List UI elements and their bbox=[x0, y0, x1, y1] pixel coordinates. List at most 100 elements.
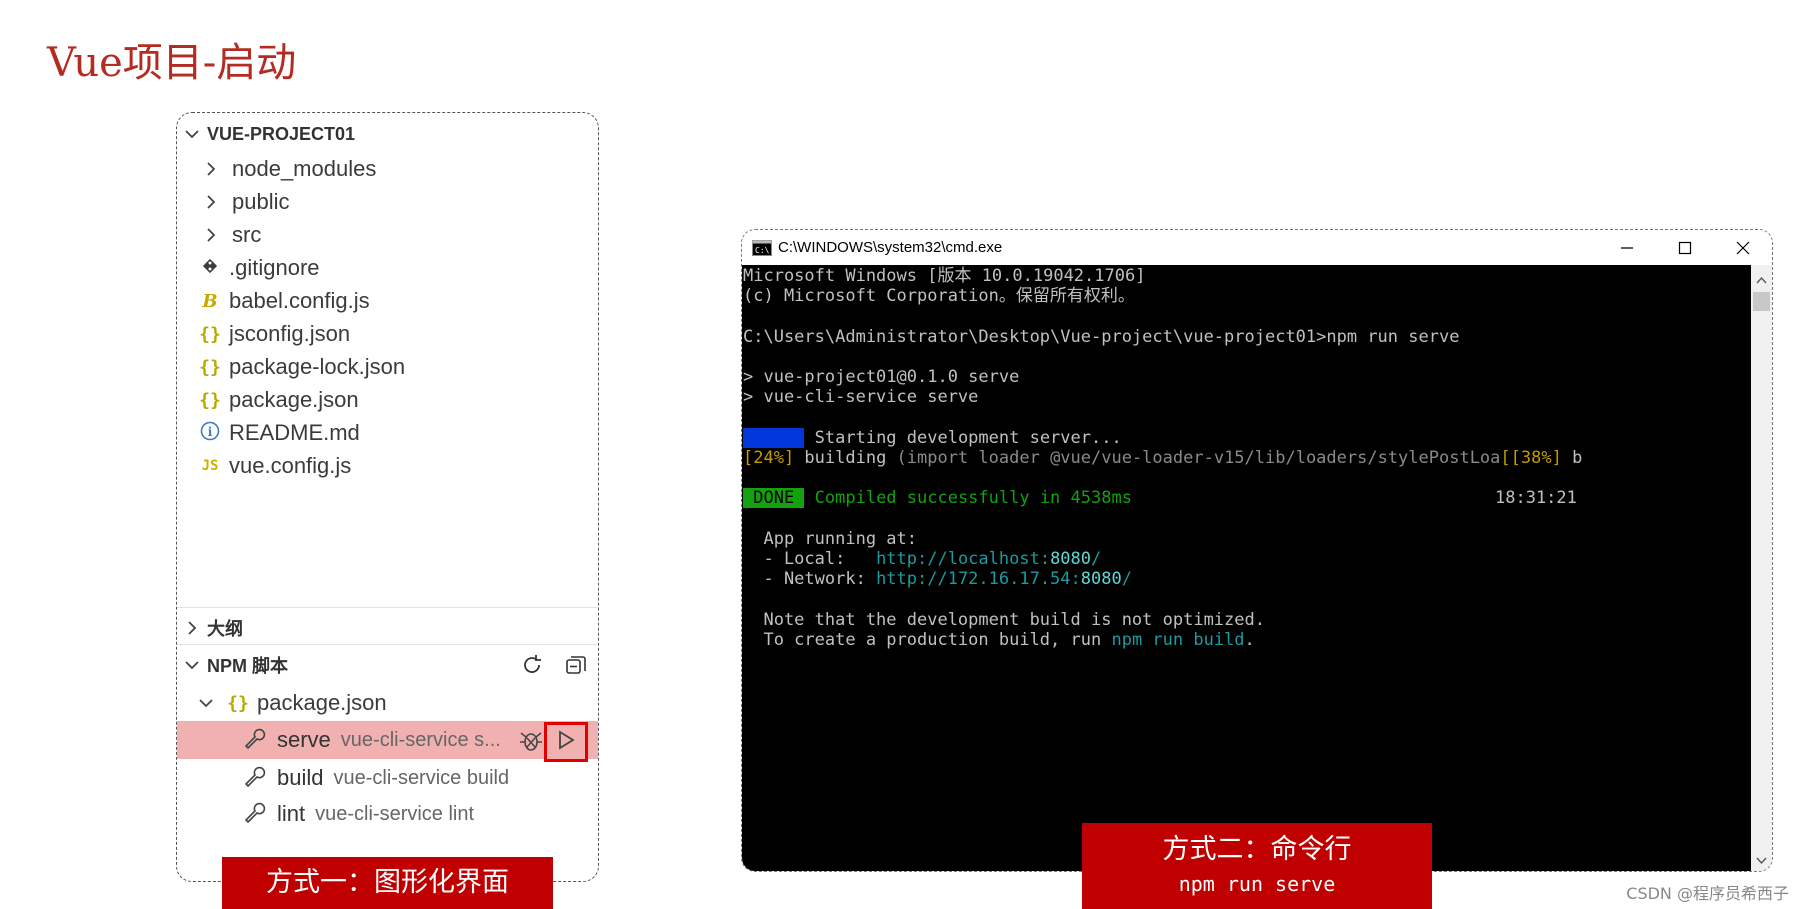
chevron-right-icon bbox=[185, 621, 199, 635]
console-network-line: - Network: http://172.16.17.54:8080/ bbox=[743, 569, 1132, 589]
script-name: serve bbox=[277, 727, 331, 752]
progress-percent: [[38%] bbox=[1500, 448, 1562, 468]
npm-script-build[interactable]: build vue-cli-service build bbox=[177, 760, 598, 796]
scroll-up-icon[interactable] bbox=[1756, 269, 1767, 288]
file-label: babel.config.js bbox=[229, 288, 370, 313]
run-script-button[interactable] bbox=[544, 722, 588, 762]
js-icon: JS bbox=[201, 458, 219, 474]
script-command: vue-cli-service build bbox=[333, 766, 510, 789]
build-hint-end: . bbox=[1244, 630, 1255, 650]
scroll-down-icon[interactable] bbox=[1756, 850, 1767, 869]
project-section-header[interactable]: VUE-PROJECT01 bbox=[177, 116, 598, 152]
divider bbox=[177, 644, 598, 645]
babel-icon: B bbox=[202, 290, 218, 312]
cmd-console[interactable]: Microsoft Windows [版本 10.0.19042.1706] (… bbox=[742, 265, 1753, 871]
tree-item-file[interactable]: {} package.json bbox=[177, 382, 598, 418]
compiled-text: Compiled successfully in 4538ms bbox=[804, 488, 1132, 508]
local-label: - Local: bbox=[743, 549, 877, 569]
console-prompt-line: C:\Users\Administrator\Desktop\Vue-proje… bbox=[743, 327, 1460, 347]
console-progress-line: [24%] building (import loader @vue/vue-l… bbox=[743, 448, 1582, 468]
local-url: http://localhost: bbox=[876, 549, 1051, 569]
file-label: .gitignore bbox=[229, 255, 320, 280]
maximize-button[interactable] bbox=[1656, 230, 1714, 265]
chevron-down-icon bbox=[199, 696, 213, 710]
tree-item-folder[interactable]: src bbox=[177, 217, 598, 253]
tree-item-folder[interactable]: node_modules bbox=[177, 151, 598, 187]
script-command: vue-cli-service s... bbox=[340, 728, 501, 751]
progress-percent: [24%] bbox=[743, 448, 795, 468]
console-line: Note that the development build is not o… bbox=[743, 610, 1265, 630]
tree-item-file[interactable]: B babel.config.js bbox=[177, 283, 598, 319]
svg-text:i: i bbox=[208, 425, 213, 439]
file-label: package-lock.json bbox=[229, 354, 406, 379]
method-one-banner: 方式一：图形化界面 bbox=[222, 857, 553, 909]
svg-text:C:\: C:\ bbox=[755, 246, 770, 255]
scrollbar-thumb[interactable] bbox=[1753, 292, 1770, 311]
network-url: http://172.16.17.54: bbox=[876, 569, 1081, 589]
file-label: README.md bbox=[229, 420, 360, 445]
chevron-down-icon bbox=[185, 658, 199, 672]
tree-item-file[interactable]: JS vue.config.js bbox=[177, 448, 598, 484]
method-two-title: 方式二：命令行 bbox=[1162, 834, 1352, 865]
network-label: - Network: bbox=[743, 569, 877, 589]
import-text: (import loader @vue/vue-loader-v15/lib/l… bbox=[896, 448, 1501, 468]
npm-scripts-label: NPM 脚本 bbox=[207, 656, 288, 676]
debug-icon[interactable] bbox=[518, 728, 544, 758]
slide-title: Vue项目-启动 bbox=[47, 40, 297, 86]
refresh-icon[interactable] bbox=[520, 653, 544, 681]
chevron-down-icon bbox=[185, 127, 199, 141]
folder-label: public bbox=[232, 189, 290, 214]
minimize-button[interactable] bbox=[1598, 230, 1656, 265]
console-line: Microsoft Windows [版本 10.0.19042.1706] bbox=[743, 266, 1146, 286]
json-icon: {} bbox=[199, 356, 221, 378]
progress-tail: b bbox=[1561, 448, 1583, 468]
git-icon bbox=[199, 257, 221, 280]
local-url-tail: / bbox=[1091, 549, 1102, 569]
outline-label: 大纲 bbox=[207, 619, 243, 639]
tree-item-file[interactable]: .gitignore bbox=[177, 250, 598, 286]
script-name: lint bbox=[277, 801, 306, 826]
watermark: CSDN @程序员希西子 bbox=[1626, 884, 1789, 903]
cmd-title: C:\WINDOWS\system32\cmd.exe bbox=[778, 239, 1003, 256]
network-url-tail: / bbox=[1121, 569, 1132, 589]
json-icon: {} bbox=[199, 389, 221, 411]
done-tag: DONE bbox=[743, 488, 805, 508]
console-line: (c) Microsoft Corporation。保留所有权利。 bbox=[743, 286, 1135, 306]
outline-section-header[interactable]: 大纲 bbox=[177, 610, 598, 646]
npm-package-item[interactable]: {} package.json bbox=[177, 685, 598, 721]
info-text: Starting development server... bbox=[804, 428, 1122, 448]
cmd-titlebar: C:\ C:\WINDOWS\system32\cmd.exe bbox=[742, 230, 1772, 265]
file-label: vue.config.js bbox=[229, 453, 352, 478]
cmd-app-icon: C:\ bbox=[752, 239, 772, 256]
console-local-line: - Local: http://localhost:8080/ bbox=[743, 549, 1101, 569]
file-label: jsconfig.json bbox=[229, 321, 351, 346]
tree-item-folder[interactable]: public bbox=[177, 184, 598, 220]
wrench-icon bbox=[243, 766, 267, 790]
local-port: 8080 bbox=[1050, 549, 1092, 569]
wrench-icon bbox=[243, 802, 267, 826]
cmd-window: C:\ C:\WINDOWS\system32\cmd.exe Microsof… bbox=[741, 229, 1773, 872]
network-port: 8080 bbox=[1080, 569, 1122, 589]
method-two-command: npm run serve bbox=[1178, 872, 1336, 896]
npm-script-lint[interactable]: lint vue-cli-service lint bbox=[177, 796, 598, 832]
npm-scripts-section-header[interactable]: NPM 脚本 bbox=[177, 647, 598, 683]
tree-item-file[interactable]: {} package-lock.json bbox=[177, 349, 598, 385]
npm-package-label: package.json bbox=[257, 690, 387, 715]
info-tag: INFO bbox=[743, 428, 805, 448]
collapse-all-icon[interactable] bbox=[564, 653, 588, 681]
build-command: npm run build bbox=[1111, 630, 1245, 650]
script-command: vue-cli-service lint bbox=[315, 802, 475, 825]
cmd-scrollbar[interactable] bbox=[1751, 265, 1772, 871]
file-label: package.json bbox=[229, 387, 359, 412]
console-line: App running at: bbox=[743, 529, 917, 549]
tree-item-file[interactable]: {} jsconfig.json bbox=[177, 316, 598, 352]
npm-script-serve[interactable]: serve vue-cli-service s... bbox=[177, 721, 598, 762]
build-hint-text: To create a production build, run bbox=[743, 630, 1112, 650]
console-build-hint-line: To create a production build, run npm ru… bbox=[743, 630, 1255, 650]
project-name: VUE-PROJECT01 bbox=[207, 123, 356, 144]
json-icon: {} bbox=[199, 323, 221, 345]
close-button[interactable] bbox=[1714, 230, 1772, 265]
info-icon: i bbox=[199, 421, 221, 446]
folder-label: node_modules bbox=[232, 156, 377, 181]
tree-item-file[interactable]: i README.md bbox=[177, 415, 598, 451]
